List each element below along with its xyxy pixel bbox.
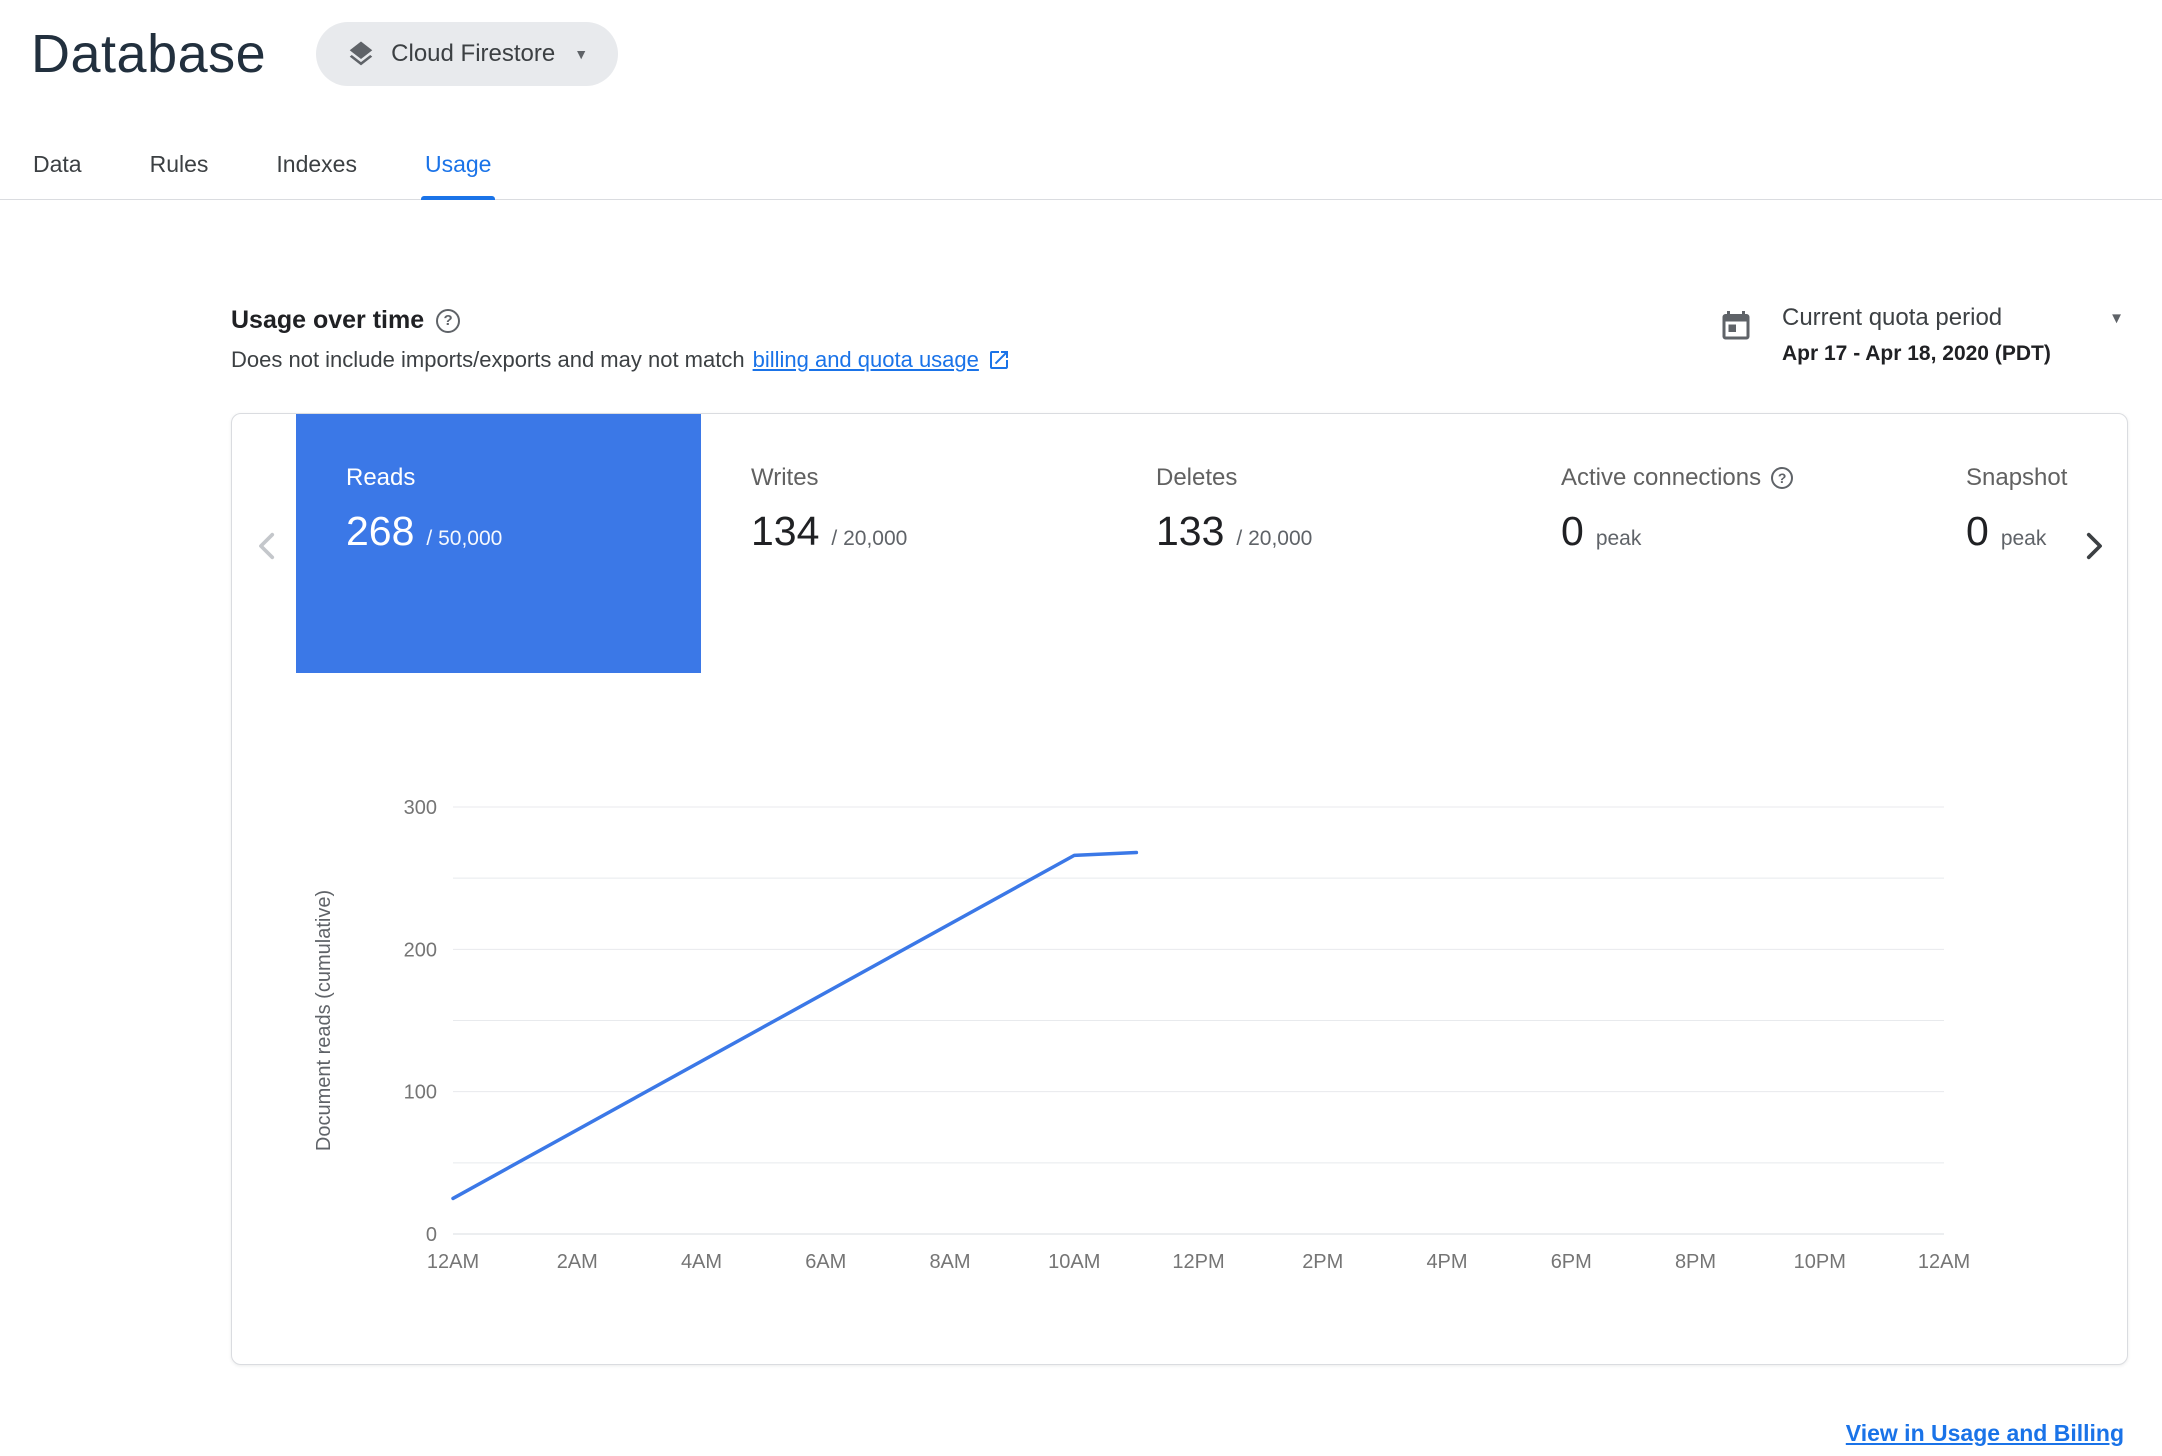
chevron-down-icon: ▼ — [574, 46, 589, 62]
svg-text:4PM: 4PM — [1426, 1251, 1467, 1273]
usage-card: Reads 268 / 50,000 Writes 134 / 20,000 D… — [231, 413, 2128, 1365]
metric-limit: peak — [2000, 527, 2047, 550]
section-title: Usage over time — [231, 306, 425, 334]
svg-text:12AM: 12AM — [1918, 1251, 1970, 1273]
metric-tile-deletes[interactable]: Deletes 133 / 20,000 — [1106, 414, 1511, 673]
usage-billing-link[interactable]: View in Usage and Billing — [1846, 1420, 2124, 1447]
svg-text:6PM: 6PM — [1551, 1251, 1592, 1273]
metric-label: Deletes — [1156, 464, 1238, 491]
svg-text:300: 300 — [404, 797, 437, 819]
metric-limit: / 50,000 — [426, 527, 503, 550]
svg-text:12PM: 12PM — [1172, 1251, 1224, 1273]
usage-section-head: Usage over time ? Does not include impor… — [231, 306, 1011, 373]
svg-text:8AM: 8AM — [929, 1251, 970, 1273]
svg-text:2PM: 2PM — [1302, 1251, 1343, 1273]
tab-bar: Data Rules Indexes Usage — [0, 130, 2162, 200]
metric-tiles: Reads 268 / 50,000 Writes 134 / 20,000 D… — [296, 414, 2127, 673]
product-selector[interactable]: Cloud Firestore ▼ — [316, 22, 619, 86]
svg-text:10AM: 10AM — [1048, 1251, 1100, 1273]
quota-period: Current quota period ▼ Apr 17 - Apr 18, … — [1718, 304, 2124, 366]
metric-label: Snapshot — [1966, 464, 2068, 491]
metric-limit: / 20,000 — [831, 527, 908, 550]
svg-text:Document reads (cumulative): Document reads (cumulative) — [313, 890, 335, 1151]
metric-value: 268 — [346, 508, 415, 554]
firestore-icon — [346, 39, 376, 69]
quota-period-label: Current quota period — [1782, 304, 2003, 331]
metric-limit: peak — [1595, 527, 1642, 550]
quota-period-range: Apr 17 - Apr 18, 2020 (PDT) — [1782, 342, 2051, 365]
svg-text:12AM: 12AM — [427, 1251, 479, 1273]
metric-label: Active connections — [1561, 464, 1762, 491]
calendar-icon — [1718, 308, 1754, 366]
metric-value: 133 — [1156, 508, 1225, 554]
quota-period-selector[interactable]: Current quota period ▼ — [1782, 304, 2124, 332]
svg-text:6AM: 6AM — [805, 1251, 846, 1273]
svg-text:4AM: 4AM — [681, 1251, 722, 1273]
svg-text:200: 200 — [404, 939, 437, 961]
metric-label: Reads — [346, 464, 416, 491]
page-header: Database Cloud Firestore ▼ — [31, 22, 619, 86]
svg-text:2AM: 2AM — [557, 1251, 598, 1273]
product-selector-label: Cloud Firestore — [391, 40, 556, 67]
chevron-left-icon — [251, 529, 285, 563]
metric-tile-snapshot[interactable]: Snapshot 0 peak — [1916, 414, 2127, 673]
metric-value: 0 — [1966, 508, 1989, 554]
help-icon[interactable]: ? — [436, 308, 461, 333]
svg-text:10PM: 10PM — [1794, 1251, 1846, 1273]
carousel-prev-button[interactable] — [246, 524, 290, 568]
usage-chart: 0 100 200 300 12AM 2AM 4AM 6AM 8AM 10AM 12PM 2PM 4PM… — [313, 797, 1970, 1273]
billing-quota-link[interactable]: billing and quota usage — [753, 347, 979, 373]
external-link-icon — [987, 348, 1011, 372]
tab-rules[interactable]: Rules — [148, 130, 211, 199]
help-icon[interactable]: ? — [1771, 467, 1794, 489]
svg-text:8PM: 8PM — [1675, 1251, 1716, 1273]
metric-limit: / 20,000 — [1236, 527, 1313, 550]
tab-usage[interactable]: Usage — [420, 130, 496, 200]
tab-data[interactable]: Data — [31, 130, 84, 199]
metric-tile-writes[interactable]: Writes 134 / 20,000 — [701, 414, 1106, 673]
page-title: Database — [31, 24, 267, 84]
metric-value: 134 — [751, 508, 820, 554]
metric-tile-active-connections[interactable]: Active connections ? 0 peak — [1511, 414, 1916, 673]
section-subtitle-text: Does not include imports/exports and may… — [231, 347, 745, 372]
firestore-usage-page: Database Cloud Firestore ▼ Data Rules In… — [0, 0, 2162, 1456]
metric-tile-reads[interactable]: Reads 268 / 50,000 — [296, 414, 701, 673]
svg-text:0: 0 — [426, 1224, 437, 1246]
metric-value: 0 — [1561, 508, 1584, 554]
tab-indexes[interactable]: Indexes — [274, 130, 359, 199]
chevron-down-icon: ▼ — [2109, 309, 2124, 327]
svg-text:100: 100 — [404, 1082, 437, 1104]
metric-label: Writes — [751, 464, 819, 491]
